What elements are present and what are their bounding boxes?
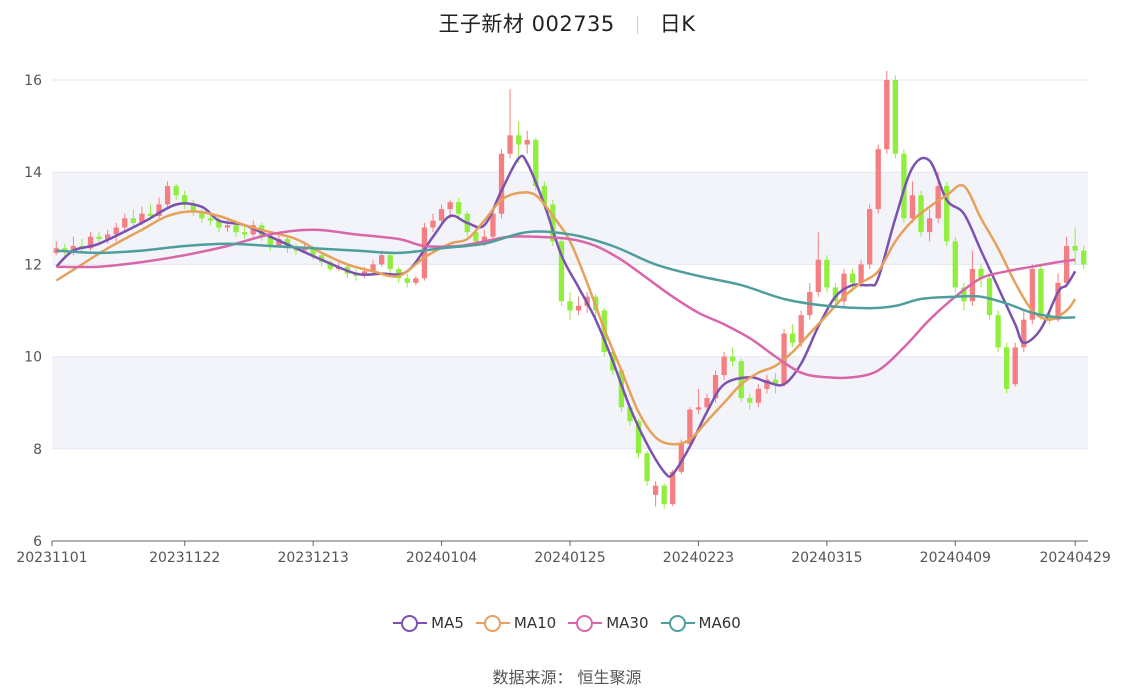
candle-body [884,80,890,150]
legend-circle-icon [668,615,686,632]
legend-item-ma5[interactable]: MA5 [393,614,464,632]
candle-body [952,241,958,288]
candlestick-chart: 6 8 10 12 14 16 20231101 20231122 20231213 202401… [16,70,1111,566]
candle-body [233,225,239,233]
candle-body [207,218,214,221]
y-tick-label: 14 [24,165,42,181]
candle-body [789,333,796,343]
candle-body [490,213,496,237]
candle-body [926,218,933,233]
candle-body [524,139,530,145]
candle-body [875,149,881,210]
x-tick-label: 20240429 [1040,550,1111,566]
legend-item-ma10[interactable]: MA10 [475,614,557,632]
candle-body [498,153,505,214]
x-tick-label: 20240125 [534,550,605,566]
candle-body [404,278,410,283]
y-tick-label: 8 [33,442,42,458]
candle-body [575,305,582,311]
candle-body [1004,347,1010,389]
x-tick-label: 20240223 [663,550,734,566]
candle-body [1081,250,1087,265]
candle-body [378,255,385,265]
legend-label: MA30 [606,614,649,632]
candle-body [815,259,821,293]
legend-circle-icon [483,615,501,632]
candle-body [730,356,736,362]
candle-body [892,80,899,154]
candle-body [798,315,804,343]
candle-body [164,186,171,205]
source-name: 恒生聚源 [577,668,642,687]
x-tick-label: 20231122 [149,550,220,566]
candle-body [995,315,1001,348]
x-tick-label: 20240315 [791,550,862,566]
candle-body [824,259,830,288]
data-source: 数据来源： 恒生聚源 [0,664,1134,688]
candle-body [695,407,702,410]
legend-swatch [475,614,510,632]
candle-body [241,232,248,235]
candle-body [413,278,419,283]
candle-body [652,485,659,495]
candle-body [867,209,873,265]
candle-body [130,218,136,223]
legend-label: MA10 [513,614,557,632]
x-tick-label: 20231213 [278,550,349,566]
candle-body [909,195,916,219]
candle-body [507,135,513,154]
candle-body [567,301,573,311]
legend-circle-icon [401,615,419,632]
y-tick-label: 12 [24,257,42,273]
candle-body [387,255,393,270]
chart-legend: MA5 MA10 MA30 MA60 [0,614,1134,636]
legend-label: MA5 [431,614,464,632]
y-tick-label: 16 [24,73,42,89]
candle-body [1012,347,1018,385]
candle-body [644,453,650,482]
candle-body [858,264,864,283]
candle-body [1038,269,1044,316]
candle-body [721,356,727,376]
legend-label: MA60 [698,614,741,632]
candle-body [755,388,762,403]
candle-body [1063,245,1070,283]
candle-body [224,225,231,228]
x-tick-label: 20240104 [406,550,477,566]
legend-swatch [393,614,428,632]
candle-body [122,218,128,228]
candle-body [515,135,522,145]
x-tick-label: 20231101 [16,550,87,566]
y-tick-label: 6 [33,534,42,550]
candle-body [661,485,667,505]
candle-body [438,209,445,221]
candle-body [986,278,993,316]
candle-body [96,236,102,240]
candle-body [1072,245,1078,251]
candle-body [113,227,119,235]
candle-body [456,202,462,214]
candle-body [747,398,753,403]
legend-circle-icon [576,615,594,632]
grid-band [52,356,1088,449]
candle-body [849,273,856,283]
candle-body [430,220,436,228]
candle-body [447,202,453,210]
legend-item-ma60[interactable]: MA60 [660,614,741,632]
legend-swatch [568,614,603,632]
source-label: 数据来源： [492,668,573,687]
legend-swatch [660,614,695,632]
candle-body [173,186,179,196]
x-tick-label: 20240409 [920,550,991,566]
y-tick-label: 10 [24,350,42,366]
legend-item-ma30[interactable]: MA30 [568,614,649,632]
